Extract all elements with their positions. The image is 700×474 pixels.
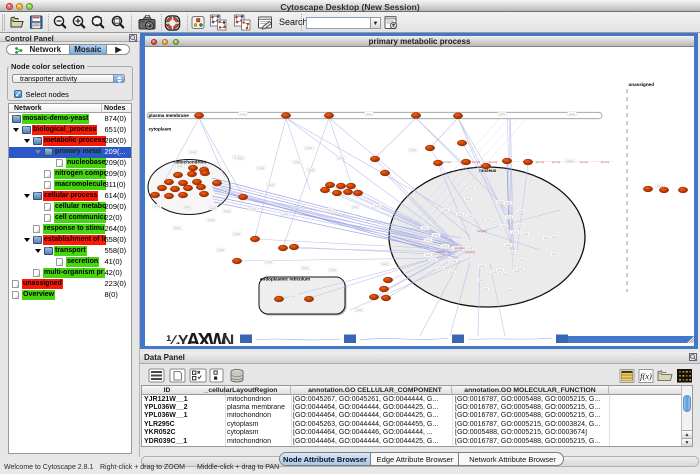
svg-text:[nnn]: [nnn]	[258, 166, 264, 170]
svg-text:[nnn]: [nnn]	[234, 232, 240, 236]
svg-text:[nnn]: [nnn]	[497, 268, 503, 272]
svg-text:[nnn]: [nnn]	[250, 207, 256, 211]
svg-text:[nnn]: [nnn]	[499, 112, 505, 116]
svg-text:[nnn]: [nnn]	[326, 208, 332, 212]
svg-text:N: N	[222, 331, 234, 344]
svg-text:unassigned: unassigned	[629, 82, 655, 87]
svg-text:[nnn]: [nnn]	[306, 146, 312, 150]
svg-text:[nnn]: [nnn]	[282, 212, 288, 216]
svg-text:[nnnn]: [nnnn]	[443, 160, 452, 164]
svg-text:[nnn]: [nnn]	[517, 267, 523, 271]
svg-text:[nnn]: [nnn]	[468, 186, 474, 190]
svg-text:[nnn]: [nnn]	[240, 112, 246, 116]
svg-text:[nnn]: [nnn]	[268, 183, 274, 187]
svg-text:[nnn]: [nnn]	[506, 215, 512, 219]
svg-text:[nnn]: [nnn]	[457, 212, 463, 216]
svg-text:[nnnn]: [nnnn]	[472, 160, 481, 164]
svg-text:[nnn]: [nnn]	[512, 230, 518, 234]
svg-text:[nnn]: [nnn]	[517, 223, 523, 227]
svg-text:[nnn]: [nnn]	[501, 224, 507, 228]
svg-text:[nnn]: [nnn]	[442, 208, 448, 212]
svg-text:[nnn]: [nnn]	[425, 253, 431, 257]
svg-text:[nnnn]: [nnnn]	[552, 160, 561, 164]
svg-text:[nnn]: [nnn]	[509, 250, 515, 254]
svg-text:[nnn]: [nnn]	[352, 205, 358, 209]
svg-text:[nnn]: [nnn]	[356, 308, 362, 312]
svg-text:[nnn]: [nnn]	[174, 226, 180, 230]
svg-text:[nnn]: [nnn]	[410, 148, 416, 152]
svg-text:[nnn]: [nnn]	[425, 238, 431, 242]
svg-text:[nnn]: [nnn]	[497, 200, 503, 204]
svg-text:[nnn]: [nnn]	[502, 272, 508, 276]
svg-text:[nnn]: [nnn]	[154, 204, 160, 208]
svg-text:[nnnn]: [nnnn]	[536, 160, 545, 164]
svg-text:[nnn]: [nnn]	[374, 204, 380, 208]
svg-text:[nnn]: [nnn]	[330, 268, 336, 272]
svg-text:[nnn]: [nnn]	[467, 214, 473, 218]
svg-text:[nnn]: [nnn]	[442, 244, 448, 248]
svg-text:[nnn]: [nnn]	[486, 218, 492, 222]
svg-text:f(x): f(x)	[640, 371, 652, 381]
svg-text:[nnn]: [nnn]	[437, 266, 443, 270]
svg-text:[nn][nn]: [nn][nn]	[435, 250, 445, 254]
svg-text:[nnn]: [nnn]	[449, 270, 455, 274]
svg-text:[nnn]: [nnn]	[505, 201, 511, 205]
svg-text:cytoplasm: cytoplasm	[149, 127, 172, 132]
svg-text:[nnnn]: [nnnn]	[601, 160, 610, 164]
svg-text:[nnn]: [nnn]	[430, 258, 436, 262]
svg-text:[nnn]: [nnn]	[552, 235, 558, 239]
svg-text:[nnn]: [nnn]	[237, 156, 243, 160]
svg-text:[nnn]: [nnn]	[291, 294, 297, 298]
svg-text:[nnn]: [nnn]	[266, 260, 272, 264]
svg-text:[nn][nn]: [nn][nn]	[455, 246, 465, 250]
svg-text:[nnn]: [nnn]	[519, 258, 525, 262]
svg-text:[nnn]: [nnn]	[465, 197, 471, 201]
svg-text:[nnn]: [nnn]	[308, 168, 314, 172]
svg-text:[nnn]: [nnn]	[569, 112, 575, 116]
svg-text:[nnn]: [nnn]	[382, 262, 388, 266]
svg-text:[nnn]: [nnn]	[208, 218, 214, 222]
svg-text:[nnn]: [nnn]	[544, 236, 550, 240]
svg-text:plasma membrane: plasma membrane	[149, 113, 190, 118]
svg-text:[nnnn]: [nnnn]	[580, 160, 589, 164]
svg-text:mitochondrion: mitochondrion	[174, 160, 206, 165]
svg-text:[nnn]: [nnn]	[294, 160, 300, 164]
svg-text:[nnn]: [nnn]	[366, 112, 372, 116]
svg-text:[nnn]: [nnn]	[450, 259, 456, 263]
svg-text:[nnn]: [nnn]	[210, 206, 216, 210]
svg-text:[nnn]: [nnn]	[479, 264, 485, 268]
svg-text:[nnn]: [nnn]	[190, 150, 196, 154]
svg-text:[nnn]: [nnn]	[505, 243, 511, 247]
svg-text:[nnn]: [nnn]	[422, 226, 428, 230]
svg-text:[nnn]: [nnn]	[184, 205, 190, 209]
svg-text:[nnn]: [nnn]	[522, 232, 528, 236]
svg-text:endoplasmic reticulum: endoplasmic reticulum	[260, 277, 310, 282]
svg-text:[nnn]: [nnn]	[552, 252, 558, 256]
svg-text:AXW: AXW	[186, 330, 227, 344]
svg-text:[nnn]: [nnn]	[338, 156, 344, 160]
svg-text:[nnn]: [nnn]	[218, 248, 224, 252]
svg-text:[nnn]: [nnn]	[433, 233, 439, 237]
svg-text:[nnn]: [nnn]	[567, 159, 573, 163]
svg-text:[nnn]: [nnn]	[518, 209, 524, 213]
svg-text:[nnnn]: [nnnn]	[489, 160, 498, 164]
svg-text:[nnn]: [nnn]	[507, 288, 513, 292]
svg-text:[nnn]: [nnn]	[224, 209, 230, 213]
svg-text:[nnn]: [nnn]	[478, 278, 484, 282]
svg-text:[nnn]: [nnn]	[482, 287, 488, 291]
svg-text:[nn][nn]: [nn][nn]	[465, 250, 475, 254]
svg-text:[nnn]: [nnn]	[177, 164, 183, 168]
svg-text:[nnn]: [nnn]	[302, 266, 308, 270]
svg-text:[nn][nn]: [nn][nn]	[477, 229, 487, 233]
